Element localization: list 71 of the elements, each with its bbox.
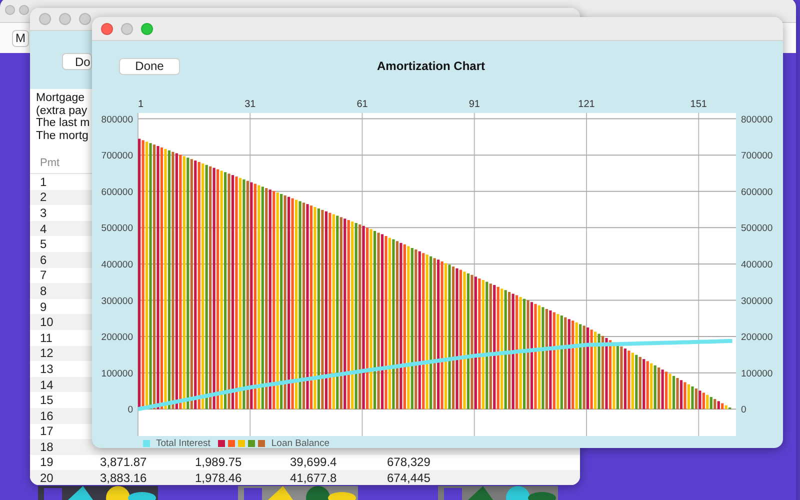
summary-text: (extra pay xyxy=(36,104,88,117)
axis-label: 0 xyxy=(128,404,133,416)
axis-label: 0 xyxy=(741,404,746,416)
column-header: Pmt xyxy=(40,157,60,169)
table-cell-text: 8 xyxy=(40,284,48,298)
table-cell-text: 674,445 xyxy=(387,471,432,485)
axis-label: 700000 xyxy=(101,150,133,162)
table-cell-text: 6 xyxy=(40,252,48,267)
minimize-button[interactable] xyxy=(121,22,133,34)
zoom-button[interactable] xyxy=(141,22,153,34)
axis-label: 500000 xyxy=(741,223,773,234)
table-cell-text: 14 xyxy=(40,378,54,392)
summary-text: The last m xyxy=(36,117,90,130)
close-button[interactable] xyxy=(101,22,113,34)
table-cell-text: 39,699.4 xyxy=(290,455,338,470)
axis-label: 600000 xyxy=(101,186,133,198)
axis-label: 400000 xyxy=(741,259,773,270)
axis-label: 1 xyxy=(138,99,144,110)
legend-label: Loan Balance xyxy=(271,438,330,448)
axis-label: 400000 xyxy=(101,259,133,270)
summary-text: The mortg xyxy=(36,130,88,142)
close-button[interactable] xyxy=(5,5,15,15)
table-cell-text: 18 xyxy=(40,440,54,454)
table-cell-text: 41,677.8 xyxy=(290,471,338,485)
table-cell-text: 7 xyxy=(40,268,48,282)
table-cell-text: 15 xyxy=(40,393,54,408)
axis-label: 200000 xyxy=(101,332,133,344)
axis-label: 100000 xyxy=(101,368,133,380)
axis-label: 121 xyxy=(578,99,595,110)
table-cell-text: 10 xyxy=(40,315,54,330)
summary-text: Mortgage xyxy=(36,92,85,104)
zoom-button[interactable] xyxy=(79,13,91,25)
done-button[interactable]: Done xyxy=(119,58,180,74)
axis-label: 300000 xyxy=(101,296,133,307)
table-cell-text: 5 xyxy=(40,237,48,252)
minimize-button[interactable] xyxy=(19,5,29,15)
done-button[interactable]: Do xyxy=(62,53,92,70)
table-cell-text: 20 xyxy=(40,471,54,485)
table-cell-text: 17 xyxy=(40,424,54,438)
chart-title: Amortization Chart xyxy=(377,59,485,73)
table-cell-text: 1 xyxy=(40,174,48,189)
table-cell-text: 1,978.46 xyxy=(195,471,243,485)
table-cell-text: 3 xyxy=(40,206,48,220)
axis-label: 300000 xyxy=(741,296,773,307)
table-cell-text: 3,883.16 xyxy=(100,471,148,485)
table-cell-text: 678,329 xyxy=(387,455,432,470)
table-cell-text: 12 xyxy=(40,346,54,360)
table-cell-text: 4 xyxy=(40,222,48,236)
axis-label: 100000 xyxy=(741,368,773,380)
table-cell-text: 9 xyxy=(40,300,48,314)
axis-label: 61 xyxy=(356,99,368,110)
axis-label: 500000 xyxy=(101,223,133,234)
table-cell-text: 1,989.75 xyxy=(195,455,243,470)
axis-label: 91 xyxy=(468,99,480,110)
axis-label: 200000 xyxy=(741,332,773,344)
table-cell-text: 2 xyxy=(40,190,48,204)
table-cell-text: 11 xyxy=(40,330,54,345)
table-cell-text: 13 xyxy=(40,362,54,376)
axis-label: 800000 xyxy=(101,114,133,126)
axis-label: 600000 xyxy=(741,186,773,198)
axis-label: 151 xyxy=(690,99,707,110)
axis-label: 800000 xyxy=(741,114,773,126)
legend-label: Total Interest xyxy=(156,438,210,448)
close-button[interactable] xyxy=(39,13,51,25)
minimize-button[interactable] xyxy=(59,13,71,25)
axis-label: 700000 xyxy=(741,150,773,162)
toolbar-button[interactable]: M xyxy=(12,30,29,46)
table-cell-text: 19 xyxy=(40,455,54,470)
table-cell-text: 16 xyxy=(40,408,54,423)
axis-label: 31 xyxy=(244,99,256,110)
table-cell-text: 3,871.87 xyxy=(100,455,148,470)
